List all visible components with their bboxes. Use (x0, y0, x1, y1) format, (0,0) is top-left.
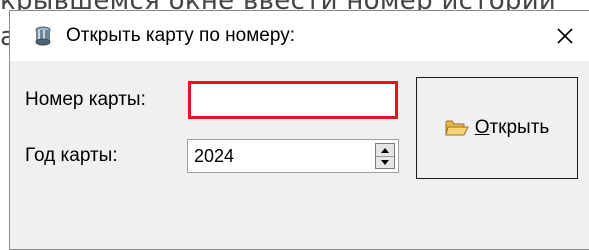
dialog-titlebar[interactable]: Открыть карту по номеру: (10, 11, 589, 61)
open-card-dialog: Открыть карту по номеру: Номер карты: Го… (9, 10, 589, 250)
card-year-spinbox (187, 139, 399, 173)
card-year-label: Год карты: (25, 145, 118, 166)
arrow-down-icon (381, 159, 389, 165)
open-button-label: Открыть (475, 117, 550, 139)
dialog-title: Открыть карту по номеру: (66, 25, 295, 46)
close-icon (557, 28, 573, 44)
open-button[interactable]: Открыть (416, 77, 578, 179)
card-number-label: Номер карты: (25, 89, 146, 110)
open-button-label-rest: ткрыть (489, 117, 550, 138)
app-cylinder-icon (35, 26, 51, 46)
card-year-input[interactable] (188, 140, 358, 172)
card-number-input[interactable] (188, 81, 398, 119)
close-button[interactable] (546, 17, 584, 55)
open-folder-icon (445, 120, 469, 136)
open-button-mnemonic: О (474, 117, 490, 138)
spin-down-button[interactable] (376, 156, 394, 168)
arrow-up-icon (381, 147, 389, 153)
year-spin-buttons (375, 143, 395, 169)
